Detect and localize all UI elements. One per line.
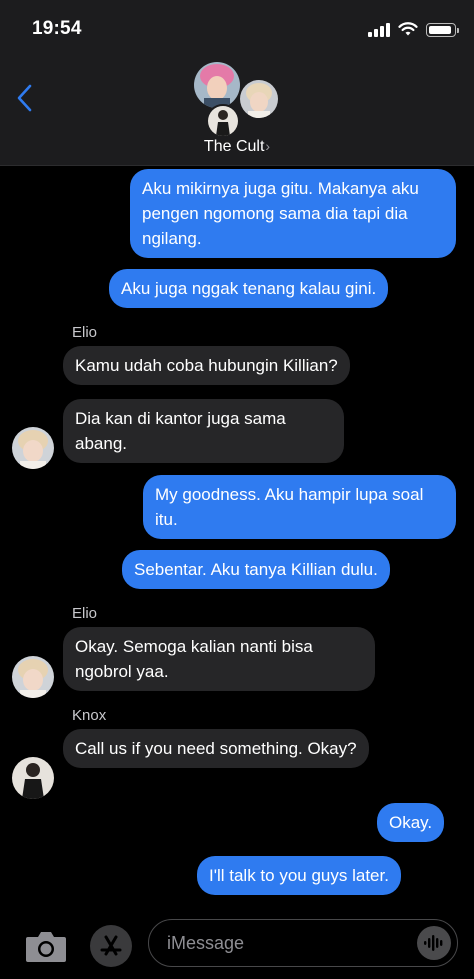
chevron-left-icon[interactable] — [12, 80, 42, 116]
avatar[interactable] — [12, 427, 54, 469]
message-bubble-incoming[interactable]: Okay. Semoga kalian nanti bisa ngobrol y… — [63, 627, 375, 691]
message-bubble-outgoing[interactable]: I'll talk to you guys later. — [197, 856, 401, 895]
sender-name: Elio — [72, 605, 98, 622]
message-input-placeholder: iMessage — [167, 933, 245, 953]
sender-name: Elio — [72, 324, 98, 341]
status-bar: 19:54 — [0, 0, 474, 58]
chevron-right-icon: › — [265, 138, 271, 154]
message-bubble-outgoing[interactable]: Sebentar. Aku tanya Killian dulu. — [122, 550, 390, 589]
message-bubble-outgoing[interactable]: Aku mikirnya juga gitu. Makanya aku peng… — [130, 169, 456, 258]
avatar — [238, 78, 280, 120]
message-input[interactable]: iMessage — [148, 919, 458, 967]
sender-name: Knox — [72, 707, 107, 724]
signal-icon — [368, 22, 390, 37]
message-bubble-incoming[interactable]: Call us if you need something. Okay? — [63, 729, 369, 768]
group-name[interactable]: The Cult› — [0, 138, 474, 156]
app-store-icon[interactable] — [90, 925, 132, 967]
avatar[interactable] — [12, 656, 54, 698]
message-bubble-incoming[interactable]: Kamu udah coba hubungin Killian? — [63, 346, 350, 385]
audio-waveform-icon[interactable] — [417, 926, 451, 960]
status-icons — [368, 22, 459, 37]
status-time: 19:54 — [32, 18, 82, 39]
group-avatar[interactable] — [190, 60, 290, 138]
battery-icon — [426, 22, 459, 37]
wifi-icon — [398, 22, 418, 36]
avatar — [192, 60, 242, 110]
battery-fill — [429, 25, 451, 34]
message-list[interactable]: Aku mikirnya juga gitu. Makanya aku peng… — [0, 166, 474, 916]
message-bubble-outgoing[interactable]: Okay. — [377, 803, 445, 842]
avatar[interactable] — [12, 757, 54, 799]
input-bar: iMessage — [0, 910, 474, 979]
message-bubble-incoming[interactable]: Dia kan di kantor juga sama abang. — [63, 399, 344, 463]
group-name-label: The Cult — [203, 138, 265, 155]
message-bubble-outgoing[interactable]: My goodness. Aku hampir lupa soal itu. — [143, 475, 456, 539]
conversation-header: The Cult› — [0, 58, 474, 166]
message-bubble-outgoing[interactable]: Aku juga nggak tenang kalau gini. — [109, 269, 389, 308]
avatar — [206, 104, 240, 138]
camera-icon[interactable] — [24, 928, 68, 964]
